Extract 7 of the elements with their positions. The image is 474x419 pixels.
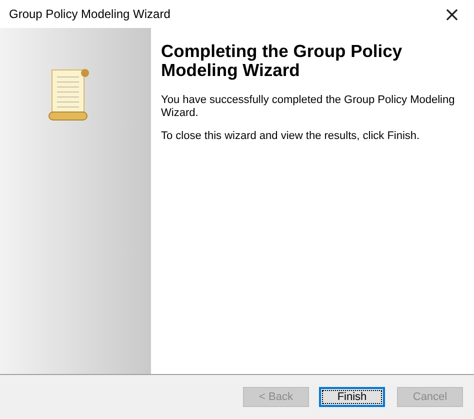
paragraph: You have successfully completed the Group Policy Modeling Wizard. [161,94,456,120]
wizard-heading: Completing the Group Policy Modeling Wizard [161,42,404,80]
window-title: Group Policy Modeling Wizard [9,7,170,21]
paragraph: To close this wizard and view the results, click Finish. [161,130,421,143]
scroll-icon [48,68,92,122]
wizard-button[interactable]: Finish [319,387,385,407]
close-button[interactable]: × [430,0,474,28]
